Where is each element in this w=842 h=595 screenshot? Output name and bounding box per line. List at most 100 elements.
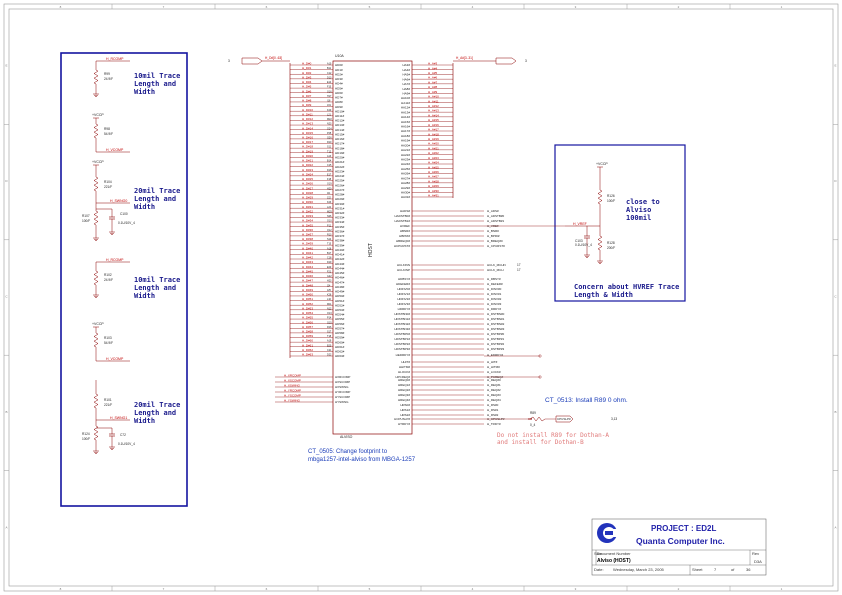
- chip-pin-label: HD46#: [335, 276, 345, 280]
- pin-number: Q26: [327, 137, 332, 140]
- chip-pin-label: HD35#: [335, 225, 345, 229]
- chip-pin-label: HD27#: [335, 188, 345, 192]
- chip-pin-label: HBREQ0#: [396, 239, 410, 243]
- sheet-number: 7: [714, 567, 717, 572]
- offpage-right-label: H_A#[3..31]: [456, 56, 473, 60]
- comp-pin-label: HYSCOMP: [335, 395, 350, 399]
- pin-number: D19: [327, 261, 332, 264]
- chip-part: ALVISO: [340, 435, 353, 439]
- chip-pin-label: HCLKINN: [397, 263, 410, 267]
- close-to-alviso-note: close to Alviso 100mil: [626, 198, 660, 222]
- ctl-net-label: H_DSTBP#0: [487, 332, 505, 336]
- r89-ref: R89: [530, 411, 536, 415]
- ctl-net-label: H_DINV#0: [487, 287, 502, 291]
- swing1-net: H_SWNG1: [110, 416, 127, 420]
- pin-number: O10: [327, 220, 332, 223]
- col-label-top: 2: [678, 5, 680, 9]
- chip-pin-label: HA20#: [401, 143, 411, 147]
- chip-pin-label: HDSTBN3#: [394, 327, 410, 331]
- addr-net-label: H_A#7: [428, 80, 438, 84]
- pin-number: L24: [327, 206, 332, 209]
- row-label-right: D: [834, 179, 837, 183]
- chip-pin-label: HA6#: [402, 77, 410, 81]
- chip-pin-label: HD7#: [335, 96, 343, 100]
- date-label: Date:: [594, 567, 604, 572]
- data-net-label: H_D#34: [302, 219, 313, 223]
- chip-pin-label: HD48#: [335, 285, 345, 289]
- chip-pin-label: HD19#: [335, 151, 345, 155]
- addr-net-label: H_A#27: [428, 175, 439, 179]
- hvref-trace-note: Concern about HVREF Trace Length & Width: [574, 283, 680, 299]
- revision: D3A: [754, 559, 762, 564]
- data-net-label: H_D#32: [302, 209, 313, 213]
- chip-pin-label: HD49#: [335, 290, 345, 294]
- chip-pin-label: HD40#: [335, 248, 345, 252]
- pin-number: B11: [327, 67, 332, 70]
- addr-net-label: H_A#3: [428, 62, 438, 66]
- document-name: Alviso (HOST): [597, 558, 631, 564]
- chip-pin-label: HD6#: [335, 91, 343, 95]
- chip-pin-label: HD59#: [335, 336, 345, 340]
- chip-pin-label: HDINV2#: [397, 297, 410, 301]
- addr-net-label: H_A#8: [428, 85, 438, 89]
- chip-pin-label: HA22#: [401, 153, 411, 157]
- row-label-right: E: [834, 64, 836, 68]
- data-net-label: H_D#40: [302, 246, 313, 250]
- data-net-label: H_D#56: [302, 320, 313, 324]
- addr-net-label: H_A#23: [428, 156, 439, 160]
- pin-number: O13: [327, 312, 332, 315]
- chip-pin-label: HBNR#: [400, 229, 411, 233]
- offpage-right-flag: [495, 57, 517, 65]
- chip-pin-label: HDSTBP0#: [394, 332, 410, 336]
- data-net-label: H_D#33: [302, 214, 313, 218]
- pin-number: E20: [327, 266, 332, 269]
- ctl-net-label: H_DSTBN#2: [487, 322, 505, 326]
- data-net-label: H_D#42: [302, 256, 313, 260]
- chip-pin-label: HREQ2#: [398, 388, 410, 392]
- data-net-label: H_D#11: [302, 112, 313, 116]
- chip-pin-label: HA30#: [401, 190, 411, 194]
- chip-pin-label: HA28#: [401, 181, 411, 185]
- data-net-label: H_D#44: [302, 265, 313, 269]
- ctl-net-label: H_EDRDY#: [487, 353, 503, 357]
- pin-number: G16: [327, 90, 332, 93]
- addr-net-label: H_A#24: [428, 161, 439, 165]
- data-net-label: H_D#63: [302, 353, 313, 357]
- pin-number: L10: [327, 298, 332, 301]
- pin-number: R10: [327, 141, 332, 144]
- pin-number: F18: [327, 178, 332, 181]
- ctl-net-label: H_HITM#: [487, 365, 500, 369]
- cpuslp-num: 3,13: [611, 417, 617, 421]
- pin-number: P11: [327, 224, 332, 227]
- vcomp-resistor: [93, 123, 99, 139]
- ctl-net-label: H_RS#1: [487, 408, 499, 412]
- pin-number: G19: [327, 183, 332, 186]
- ctl-net-label: H_DBSY#: [487, 277, 501, 281]
- ctl-net-label: H_REQ#2: [487, 388, 501, 392]
- company-name: Quanta Computer Inc.: [636, 536, 725, 546]
- addr-net-label: H_A#31: [428, 194, 439, 198]
- res-val: 200/F: [607, 246, 615, 250]
- pin-number: S14: [327, 238, 332, 241]
- addr-net-label: H_A#10: [428, 95, 439, 99]
- pin-number: D22: [327, 354, 332, 357]
- data-net-label: H_D#59: [302, 334, 313, 338]
- chip-pin-label: HD9#: [335, 105, 343, 109]
- chip-pin-label: HD52#: [335, 303, 345, 307]
- sheet-label: Sheet: [692, 567, 703, 572]
- chip-pin-label: HD51#: [335, 299, 345, 303]
- ctl-net-label: H_CPURST#: [487, 244, 505, 248]
- chip-pin-label: HA15#: [401, 120, 411, 124]
- res-ref: R126: [607, 194, 615, 198]
- chip-pin-label: HD3#: [335, 77, 343, 81]
- offpage-right-num: 3: [525, 59, 527, 63]
- ctl-net-label: H_DEFER#: [487, 282, 503, 286]
- pin-number: L21: [327, 113, 332, 116]
- pin-number: T15: [327, 243, 332, 246]
- pin-number: D16: [327, 169, 332, 172]
- cap-val: 0.1U/10V_4: [575, 243, 592, 247]
- row-label-left: C: [5, 295, 8, 299]
- offpage-left-label: H_D#[0..63]: [265, 56, 282, 60]
- chip-pin-label: HD28#: [335, 193, 345, 197]
- row-label-left: D: [5, 179, 8, 183]
